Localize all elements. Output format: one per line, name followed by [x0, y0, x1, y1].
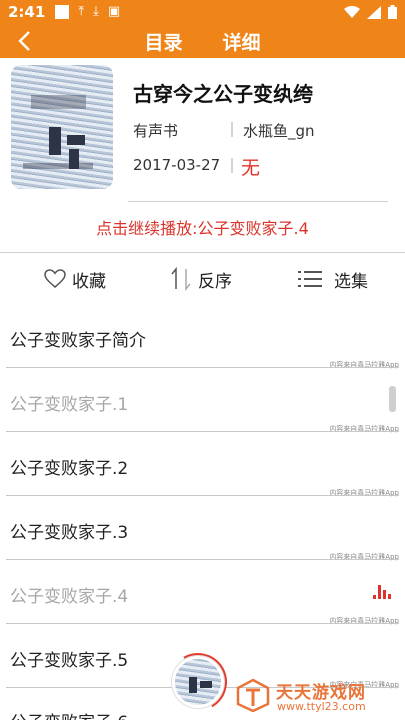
app-notification-icon: ▣	[107, 4, 121, 19]
episode-title: 公子变败家子简介	[10, 331, 146, 351]
episode-row[interactable]: 公子变败家子.1 内容来自喜马拉雅App	[0, 368, 405, 433]
notification-square-icon	[55, 5, 70, 19]
episode-title: 公子变败家子.5	[10, 651, 129, 671]
episode-row[interactable]: 公子变败家子简介 内容来自喜马拉雅App	[0, 304, 405, 369]
floating-player-button[interactable]	[172, 656, 224, 708]
episode-title: 公子变败家子.4	[10, 587, 129, 607]
episode-title: 公子变败家子.3	[10, 523, 129, 543]
episode-row[interactable]: 公子变败家子.4 内容来自喜马拉雅App	[0, 560, 405, 625]
watermark-url: www.ttyl23.com	[277, 700, 366, 713]
status-time: 2:41	[8, 3, 46, 21]
reverse-order-button[interactable]: 反序	[170, 266, 232, 292]
episode-row[interactable]: 公子变败家子.2 内容来自喜马拉雅App	[0, 432, 405, 497]
book-category: 有声书	[133, 122, 179, 140]
favorite-button[interactable]: 收藏	[44, 266, 106, 292]
heart-icon	[44, 269, 66, 288]
tab-catalog[interactable]: 目录	[144, 28, 182, 55]
book-narrator: 水瓶鱼_gn	[243, 122, 315, 140]
now-playing-icon	[373, 585, 391, 599]
sort-icon	[171, 267, 191, 291]
select-label: 选集	[334, 271, 368, 292]
select-episode-button[interactable]: 选集	[298, 266, 368, 292]
episode-row[interactable]: 公子变败家子.3 内容来自喜马拉雅App	[0, 496, 405, 561]
wifi-icon	[344, 5, 360, 18]
book-date: 2017-03-27	[133, 156, 221, 174]
resume-playback-link[interactable]: 点击继续播放:公子变败家子.4	[0, 215, 405, 239]
book-status: 无	[241, 157, 261, 179]
nav-tabs: 目录 详细	[0, 24, 405, 58]
resume-divider	[0, 252, 405, 253]
list-icon	[298, 271, 322, 287]
watermark: 天天游戏网 www.ttyl23.com	[236, 676, 401, 716]
tab-details[interactable]: 详细	[223, 28, 261, 55]
favorite-label: 收藏	[72, 271, 106, 292]
status-bar: 2:41 ⤒ ⤓ ▣	[0, 0, 405, 24]
signal-icon	[367, 5, 381, 19]
upload-icon: ⤒	[78, 4, 85, 19]
episode-title: 公子变败家子.1	[10, 395, 129, 415]
scrollbar-thumb[interactable]	[389, 386, 396, 412]
reverse-label: 反序	[198, 271, 232, 292]
meta-divider	[231, 122, 233, 137]
title-bar: 目录 详细	[0, 24, 405, 58]
watermark-logo-icon	[236, 678, 270, 712]
book-cover-image	[11, 65, 113, 189]
download-icon: ⤓	[93, 4, 99, 19]
meta-divider	[231, 158, 233, 173]
book-title: 古穿今之公子变纨绔	[133, 82, 313, 106]
battery-icon	[388, 5, 397, 19]
episode-title: 公子变败家子.6	[10, 708, 128, 720]
header-divider	[128, 201, 388, 202]
notification-icons: ⤒ ⤓ ▣	[55, 5, 120, 19]
episode-title: 公子变败家子.2	[10, 459, 129, 479]
